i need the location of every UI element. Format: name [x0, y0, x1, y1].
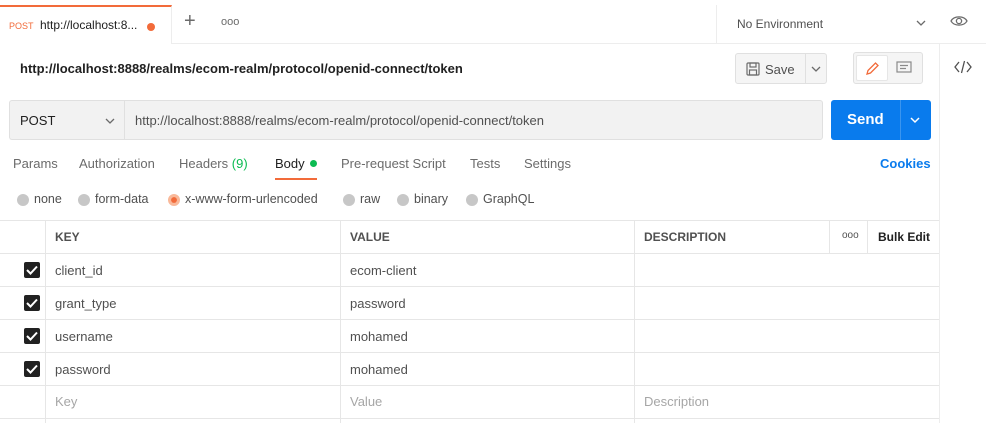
- body-indicator-dot: [309, 160, 317, 167]
- row-checkbox[interactable]: [24, 361, 40, 377]
- send-button[interactable]: Send: [831, 100, 931, 140]
- column-header-description: DESCRIPTION: [644, 230, 727, 244]
- table-row-key[interactable]: client_id: [55, 263, 103, 278]
- environment-label: No Environment: [737, 17, 824, 31]
- send-label: Send: [847, 111, 884, 128]
- column-header-key: KEY: [55, 230, 80, 244]
- radio-dot: [466, 194, 478, 206]
- tab-params[interactable]: Params: [13, 156, 58, 180]
- row-checkbox[interactable]: [24, 262, 40, 278]
- chevron-down-icon: [104, 115, 116, 130]
- tab-pre-request-script[interactable]: Pre-request Script: [341, 156, 446, 180]
- request-name[interactable]: http://localhost:8888/realms/ecom-realm/…: [20, 61, 463, 76]
- save-button[interactable]: Save: [735, 53, 827, 84]
- radio-dot: [78, 194, 90, 206]
- tab-body[interactable]: Body: [275, 156, 317, 180]
- table-row-key[interactable]: username: [55, 329, 113, 344]
- eye-icon[interactable]: [950, 14, 968, 31]
- new-tab-plus-icon[interactable]: +: [184, 11, 196, 31]
- table-row-value[interactable]: password: [350, 296, 406, 311]
- new-key-input[interactable]: Key: [55, 394, 77, 409]
- save-icon: [746, 62, 760, 79]
- radio-dot: [17, 194, 29, 206]
- more-options-icon[interactable]: ooo: [842, 230, 859, 241]
- bulk-edit-button[interactable]: Bulk Edit: [878, 230, 930, 244]
- tab-headers[interactable]: Headers (9): [179, 156, 248, 180]
- column-header-value: VALUE: [350, 230, 390, 244]
- comment-icon[interactable]: [896, 61, 912, 78]
- radio-dot: [343, 194, 355, 206]
- chevron-down-icon[interactable]: [810, 63, 822, 78]
- headers-count: (9): [231, 156, 248, 171]
- method-label: POST: [20, 113, 56, 128]
- cookies-link[interactable]: Cookies: [880, 156, 931, 171]
- tab-bar: POST http://localhost:8... + ooo No Envi…: [0, 0, 986, 44]
- table-row-key[interactable]: grant_type: [55, 296, 116, 311]
- tab-method-label: POST: [9, 21, 34, 31]
- send-divider: [900, 100, 901, 140]
- table-row-value[interactable]: ecom-client: [350, 263, 416, 278]
- right-sidebar: [939, 44, 986, 423]
- chevron-down-icon: [915, 17, 927, 32]
- table-row-value[interactable]: mohamed: [350, 329, 408, 344]
- tab-settings[interactable]: Settings: [524, 156, 571, 180]
- url-input[interactable]: http://localhost:8888/realms/ecom-realm/…: [124, 100, 823, 140]
- radio-dot: [397, 194, 409, 206]
- method-select[interactable]: POST: [9, 100, 125, 140]
- row-checkbox[interactable]: [24, 295, 40, 311]
- view-toggle-group: [853, 52, 923, 84]
- table-row-value[interactable]: mohamed: [350, 362, 408, 377]
- tab-more-icon[interactable]: ooo: [221, 16, 239, 28]
- radio-dot-selected: [168, 194, 180, 206]
- save-label: Save: [765, 62, 795, 77]
- environment-selector[interactable]: No Environment: [716, 5, 940, 44]
- new-value-input[interactable]: Value: [350, 394, 382, 409]
- chevron-down-icon[interactable]: [909, 114, 921, 129]
- tab-title: http://localhost:8...: [40, 18, 138, 32]
- new-description-input[interactable]: Description: [644, 394, 709, 409]
- tab-authorization[interactable]: Authorization: [79, 156, 155, 180]
- request-tab[interactable]: POST http://localhost:8...: [0, 5, 172, 44]
- unsaved-dot-icon[interactable]: [147, 23, 155, 31]
- edit-button[interactable]: [856, 55, 888, 81]
- code-icon[interactable]: [954, 60, 972, 77]
- row-checkbox[interactable]: [24, 328, 40, 344]
- tab-tests[interactable]: Tests: [470, 156, 500, 180]
- save-divider: [805, 54, 806, 83]
- table-row-key[interactable]: password: [55, 362, 111, 377]
